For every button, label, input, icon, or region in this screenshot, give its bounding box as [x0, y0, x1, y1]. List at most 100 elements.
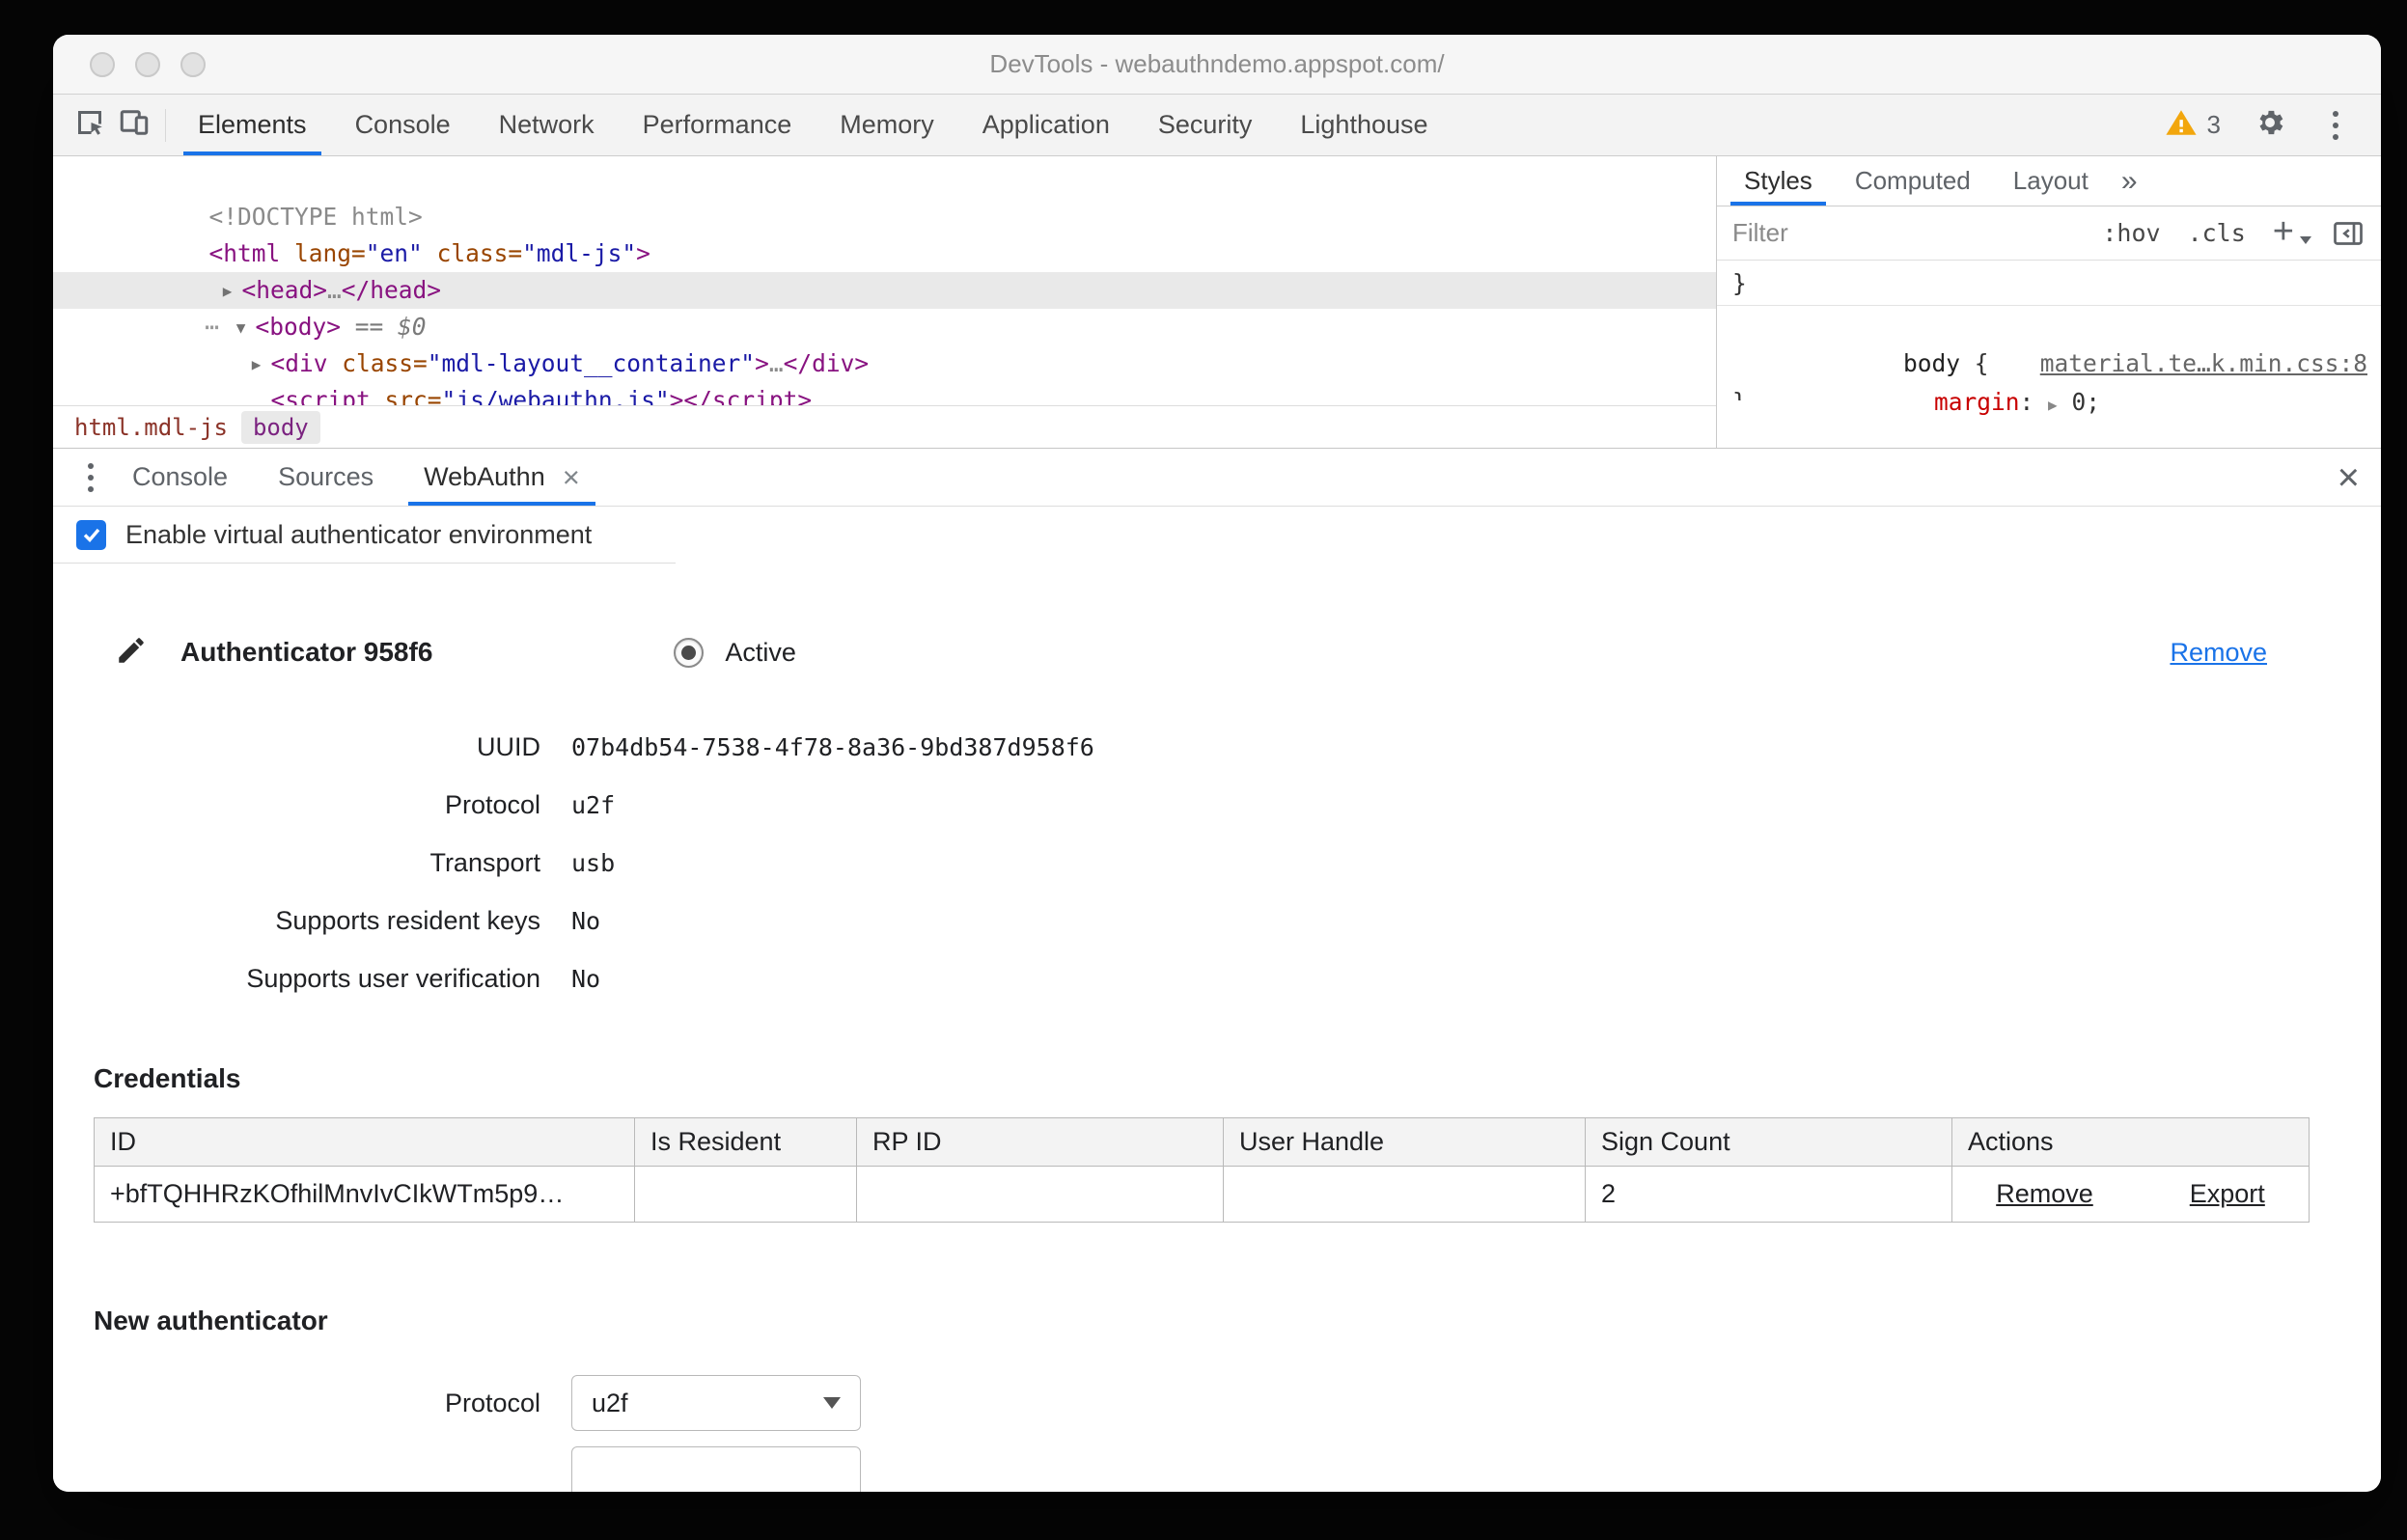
css-property-value[interactable]: 0; [2058, 388, 2100, 416]
tab-computed[interactable]: Computed [1834, 156, 1992, 206]
styles-filter-bar: :hov .cls + [1717, 206, 2381, 261]
elements-panel: <!DOCTYPE html> <html lang="en" class="m… [53, 156, 2381, 448]
field-uuid: UUID 07b4db54-7538-4f78-8a36-9bd387d958f… [477, 731, 1094, 761]
more-tabs-chevron[interactable]: » [2110, 156, 2149, 206]
cell-credential-id: +bfTQHHRzKOfhilMnvIvCIkWTm5p9… [94, 1166, 635, 1223]
minimize-window-button[interactable] [135, 51, 160, 77]
credentials-header-row: ID Is Resident RP ID User Handle Sign Co… [94, 1117, 2310, 1167]
tab-console[interactable]: Console [331, 95, 475, 155]
dom-node-doctype[interactable]: <!DOCTYPE html> [53, 162, 1716, 231]
inspect-element-icon[interactable] [72, 105, 107, 145]
drawer-tab-webauthn[interactable]: WebAuthn × [399, 449, 605, 506]
drawer-panel: Console Sources WebAuthn × × Enable virt… [53, 448, 2381, 1492]
cell-user-handle [1223, 1166, 1586, 1223]
expand-twisty-icon[interactable]: ▶ [242, 346, 271, 383]
breadcrumb-html[interactable]: html.mdl-js [65, 411, 237, 444]
new-authenticator-title: New authenticator [94, 1306, 328, 1335]
styles-rules: } material.te…k.min.css:8 body { margin: … [1717, 261, 2381, 448]
drawer-tab-sources[interactable]: Sources [253, 449, 399, 506]
device-toolbar-icon[interactable] [117, 105, 152, 145]
tab-network[interactable]: Network [475, 95, 619, 155]
protocol-select[interactable]: u2f [571, 1375, 861, 1431]
chevron-down-icon [823, 1397, 841, 1409]
checkbox-label: Enable virtual authenticator environment [125, 519, 593, 549]
remove-credential-link[interactable]: Remove [1996, 1179, 2093, 1209]
tab-memory[interactable]: Memory [816, 95, 958, 155]
field-resident-keys: Supports resident keys No [275, 905, 601, 935]
dom-tree: <!DOCTYPE html> <html lang="en" class="m… [53, 156, 1716, 405]
styles-sidebar: Styles Computed Layout » :hov .cls + } [1717, 156, 2381, 448]
window-title: DevTools - webauthndemo.appspot.com/ [989, 49, 1445, 78]
col-user-handle: User Handle [1223, 1117, 1586, 1167]
warning-triangle-icon [2165, 106, 2198, 144]
col-rp-id: RP ID [856, 1117, 1224, 1167]
expand-twisty-icon[interactable]: ▶ [213, 273, 242, 310]
cell-sign-count: 2 [1585, 1166, 1952, 1223]
main-toolbar: Elements Console Network Performance Mem… [53, 95, 2381, 156]
field-transport: Transport usb [429, 847, 616, 877]
css-property-name[interactable]: margin [1934, 388, 2020, 416]
edit-pencil-icon[interactable] [115, 634, 148, 672]
authenticator-title: Authenticator 958f6 [180, 637, 433, 667]
tab-styles[interactable]: Styles [1723, 156, 1834, 206]
credentials-table: ID Is Resident RP ID User Handle Sign Co… [94, 1117, 2310, 1223]
drawer-tab-console[interactable]: Console [107, 449, 253, 506]
field-user-verification: Supports user verification No [246, 963, 601, 993]
expand-shorthand-icon[interactable]: ▶ [2048, 396, 2058, 414]
col-id: ID [94, 1117, 635, 1167]
protocol-selected-value: u2f [592, 1388, 628, 1417]
collapse-twisty-icon[interactable]: ▼ [227, 310, 256, 346]
col-actions: Actions [1951, 1117, 2310, 1167]
toggle-element-classes-button[interactable]: .cls [2188, 219, 2246, 247]
window-controls [90, 51, 206, 77]
cell-rp-id [856, 1166, 1224, 1223]
close-window-button[interactable] [90, 51, 115, 77]
toolbar-divider [165, 108, 166, 142]
issues-warning-badge[interactable]: 3 [2165, 106, 2221, 144]
title-bar: DevTools - webauthndemo.appspot.com/ [53, 35, 2381, 95]
tab-layout[interactable]: Layout [1992, 156, 2110, 206]
tab-application[interactable]: Application [958, 95, 1134, 155]
remove-authenticator-link[interactable]: Remove [2170, 638, 2267, 668]
more-options-kebab-icon[interactable] [2319, 106, 2352, 145]
rule-selector[interactable]: body [1903, 349, 1960, 377]
export-credential-link[interactable]: Export [2190, 1179, 2265, 1209]
drawer-menu-kebab-icon[interactable] [74, 458, 107, 497]
authenticator-header: Authenticator 958f6 Active Remove [115, 631, 2267, 674]
tab-lighthouse[interactable]: Lighthouse [1276, 95, 1452, 155]
enable-virtual-authenticator-checkbox[interactable] [76, 519, 106, 550]
new-style-rule-button[interactable]: + [2273, 213, 2294, 250]
close-drawer-icon[interactable]: × [2338, 458, 2360, 497]
credentials-title: Credentials [94, 1063, 241, 1093]
node-overflow-dots-icon[interactable]: ⋯ [198, 309, 227, 345]
script-source-link[interactable]: js/webauthn.js [456, 386, 655, 405]
col-is-resident: Is Resident [634, 1117, 857, 1167]
styles-filter-input[interactable] [1732, 218, 2076, 248]
cell-actions: Remove Export [1951, 1166, 2310, 1223]
dom-tree-pane: <!DOCTYPE html> <html lang="en" class="m… [53, 156, 1717, 448]
credential-row: +bfTQHHRzKOfhilMnvIvCIkWTm5p9… 2 Remove … [94, 1166, 2310, 1223]
tab-performance[interactable]: Performance [619, 95, 816, 155]
transport-select-partial[interactable] [571, 1446, 861, 1492]
sidebar-tabs: Styles Computed Layout » [1717, 156, 2381, 206]
previous-rule-close-brace: } [1732, 269, 1747, 297]
field-protocol: Protocol u2f [444, 789, 616, 819]
stylesheet-source-link[interactable]: material.te…k.min.css:8 [2040, 344, 2367, 383]
breadcrumb-body[interactable]: body [240, 410, 320, 444]
close-webauthn-tab-icon[interactable]: × [563, 460, 580, 495]
active-radio-group: Active [674, 637, 796, 668]
settings-gear-icon[interactable] [2254, 106, 2286, 144]
active-radio-button[interactable] [674, 637, 705, 668]
cell-is-resident [634, 1166, 857, 1223]
tab-security[interactable]: Security [1134, 95, 1277, 155]
tab-elements[interactable]: Elements [174, 95, 331, 155]
active-label: Active [725, 637, 796, 667]
warning-count: 3 [2206, 110, 2221, 139]
zoom-window-button[interactable] [180, 51, 206, 77]
drawer-tab-bar: Console Sources WebAuthn × × [53, 449, 2381, 507]
toggle-sidebar-icon[interactable] [2331, 216, 2366, 251]
toolbar-left-icons [53, 95, 157, 155]
new-style-rule-caret-icon [2300, 235, 2311, 244]
new-authenticator-protocol-row: Protocol u2f [53, 1375, 2381, 1431]
toggle-hover-state-button[interactable]: :hov [2102, 219, 2160, 247]
